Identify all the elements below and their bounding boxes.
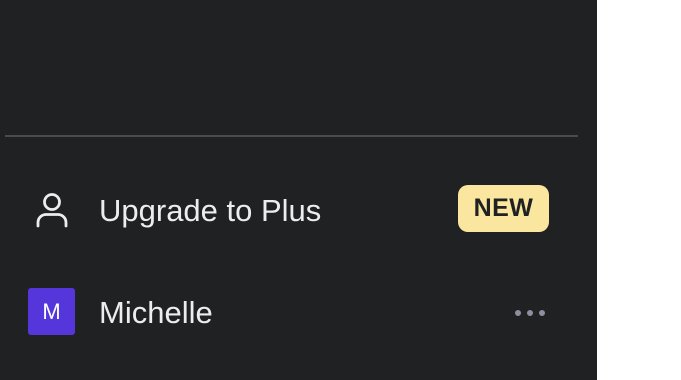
new-badge: NEW	[458, 185, 549, 232]
user-icon	[34, 190, 70, 230]
upgrade-label: Upgrade to Plus	[99, 193, 322, 228]
upgrade-to-plus-button[interactable]: Upgrade to Plus NEW	[14, 174, 569, 246]
sidebar: Upgrade to Plus NEW M Michelle	[0, 0, 597, 380]
user-name: Michelle	[99, 295, 213, 330]
avatar: M	[28, 288, 75, 335]
ellipsis-icon[interactable]	[510, 299, 550, 327]
sidebar-divider	[5, 135, 578, 137]
account-menu-button[interactable]: M Michelle	[14, 277, 569, 349]
